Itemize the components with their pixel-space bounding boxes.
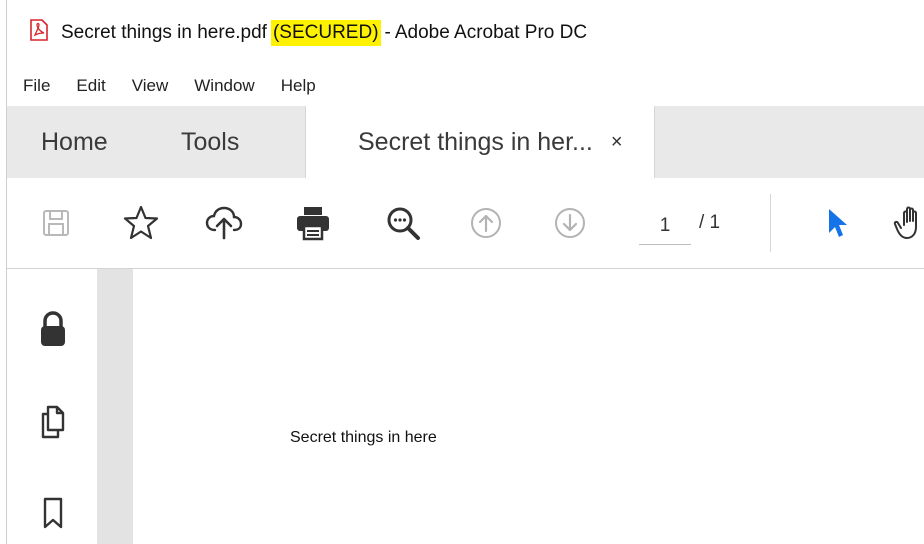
print-icon[interactable] [290,200,336,246]
pdf-file-icon [29,19,61,47]
window-title-app: Adobe Acrobat Pro DC [394,22,588,43]
tab-document-label: Secret things in her... [358,127,593,156]
window-title-filename: Secret things in here.pdf [61,22,267,43]
toolbar-divider [770,194,771,252]
document-text: Secret things in here [290,429,437,446]
select-cursor-icon[interactable] [813,200,859,246]
window-title-separator: - [384,22,391,43]
document-page: Secret things in here [133,269,924,544]
menu-help[interactable]: Help [281,76,316,96]
bookmark-star-icon[interactable] [118,200,164,246]
tab-tools[interactable]: Tools [181,106,239,178]
menu-edit[interactable]: Edit [76,76,105,96]
window-left-edge [0,0,7,544]
hand-tool-icon[interactable] [889,200,924,246]
pages-icon[interactable] [35,402,71,442]
bookmark-icon[interactable] [35,493,71,533]
page-up-icon[interactable] [463,200,509,246]
panel-gutter [97,269,133,544]
tab-document[interactable]: Secret things in her... × [305,106,655,178]
menu-window[interactable]: Window [194,76,254,96]
save-icon[interactable] [33,200,79,246]
menu-file[interactable]: File [23,76,50,96]
menu-bar: File Edit View Window Help [7,66,924,106]
title-bar: Secret things in here.pdf (SECURED) - Ad… [7,0,924,66]
close-tab-icon[interactable]: × [611,131,623,154]
toolbar: 1 / 1 [7,178,924,269]
upload-cloud-icon[interactable] [201,200,247,246]
page-total-label: / 1 [699,212,721,233]
left-navigation-panel [7,269,97,544]
tab-bar: Home Tools Secret things in her... × [7,106,924,178]
page-down-icon[interactable] [547,200,593,246]
menu-view[interactable]: View [132,76,169,96]
lock-icon[interactable] [35,309,71,349]
zoom-search-icon[interactable] [380,200,426,246]
window-title-secured: (SECURED) [270,20,381,46]
page-number-input[interactable]: 1 [639,208,691,245]
tab-home[interactable]: Home [41,106,108,178]
